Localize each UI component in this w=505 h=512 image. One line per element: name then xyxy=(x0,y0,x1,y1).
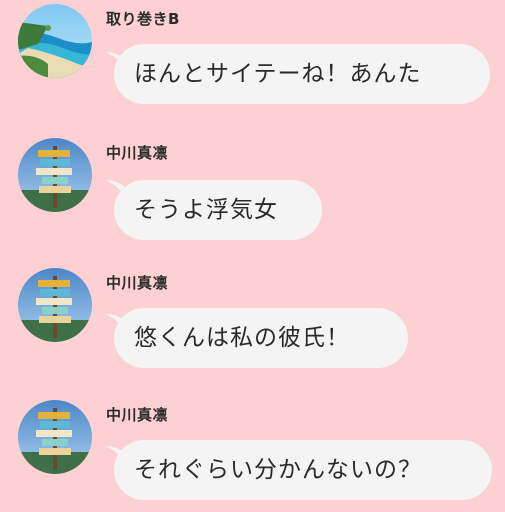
message-bubble[interactable]: ほんとサイテーね！あんた xyxy=(114,44,490,104)
message-row: 取り巻きB ほんとサイテーね！あんた xyxy=(0,0,505,120)
message-row: 中川真凛 悠くんは私の彼氏！ xyxy=(0,260,505,380)
signpost-photo-icon xyxy=(18,268,92,342)
avatar[interactable] xyxy=(18,138,92,212)
sender-name: 取り巻きB xyxy=(106,10,180,28)
message-bubble[interactable]: そうよ浮気女 xyxy=(114,180,322,240)
avatar[interactable] xyxy=(18,268,92,342)
message-bubble[interactable]: それぐらい分かんないの？ xyxy=(114,440,492,500)
message-row: 中川真凛 そうよ浮気女 xyxy=(0,128,505,248)
avatar[interactable] xyxy=(18,400,92,474)
beach-photo-icon xyxy=(18,4,92,78)
signpost-photo-icon xyxy=(18,138,92,212)
signpost-photo-icon xyxy=(18,400,92,474)
message-bubble[interactable]: 悠くんは私の彼氏！ xyxy=(114,308,408,368)
message-row: 中川真凛 それぐらい分かんないの？ xyxy=(0,392,505,512)
chat-thread: 取り巻きB ほんとサイテーね！あんた 中川真凛 そうよ浮気女 中川真凛 悠くんは… xyxy=(0,0,505,512)
sender-name: 中川真凛 xyxy=(106,274,169,292)
sender-name: 中川真凛 xyxy=(106,406,169,424)
avatar[interactable] xyxy=(18,4,92,78)
sender-name: 中川真凛 xyxy=(106,144,169,162)
